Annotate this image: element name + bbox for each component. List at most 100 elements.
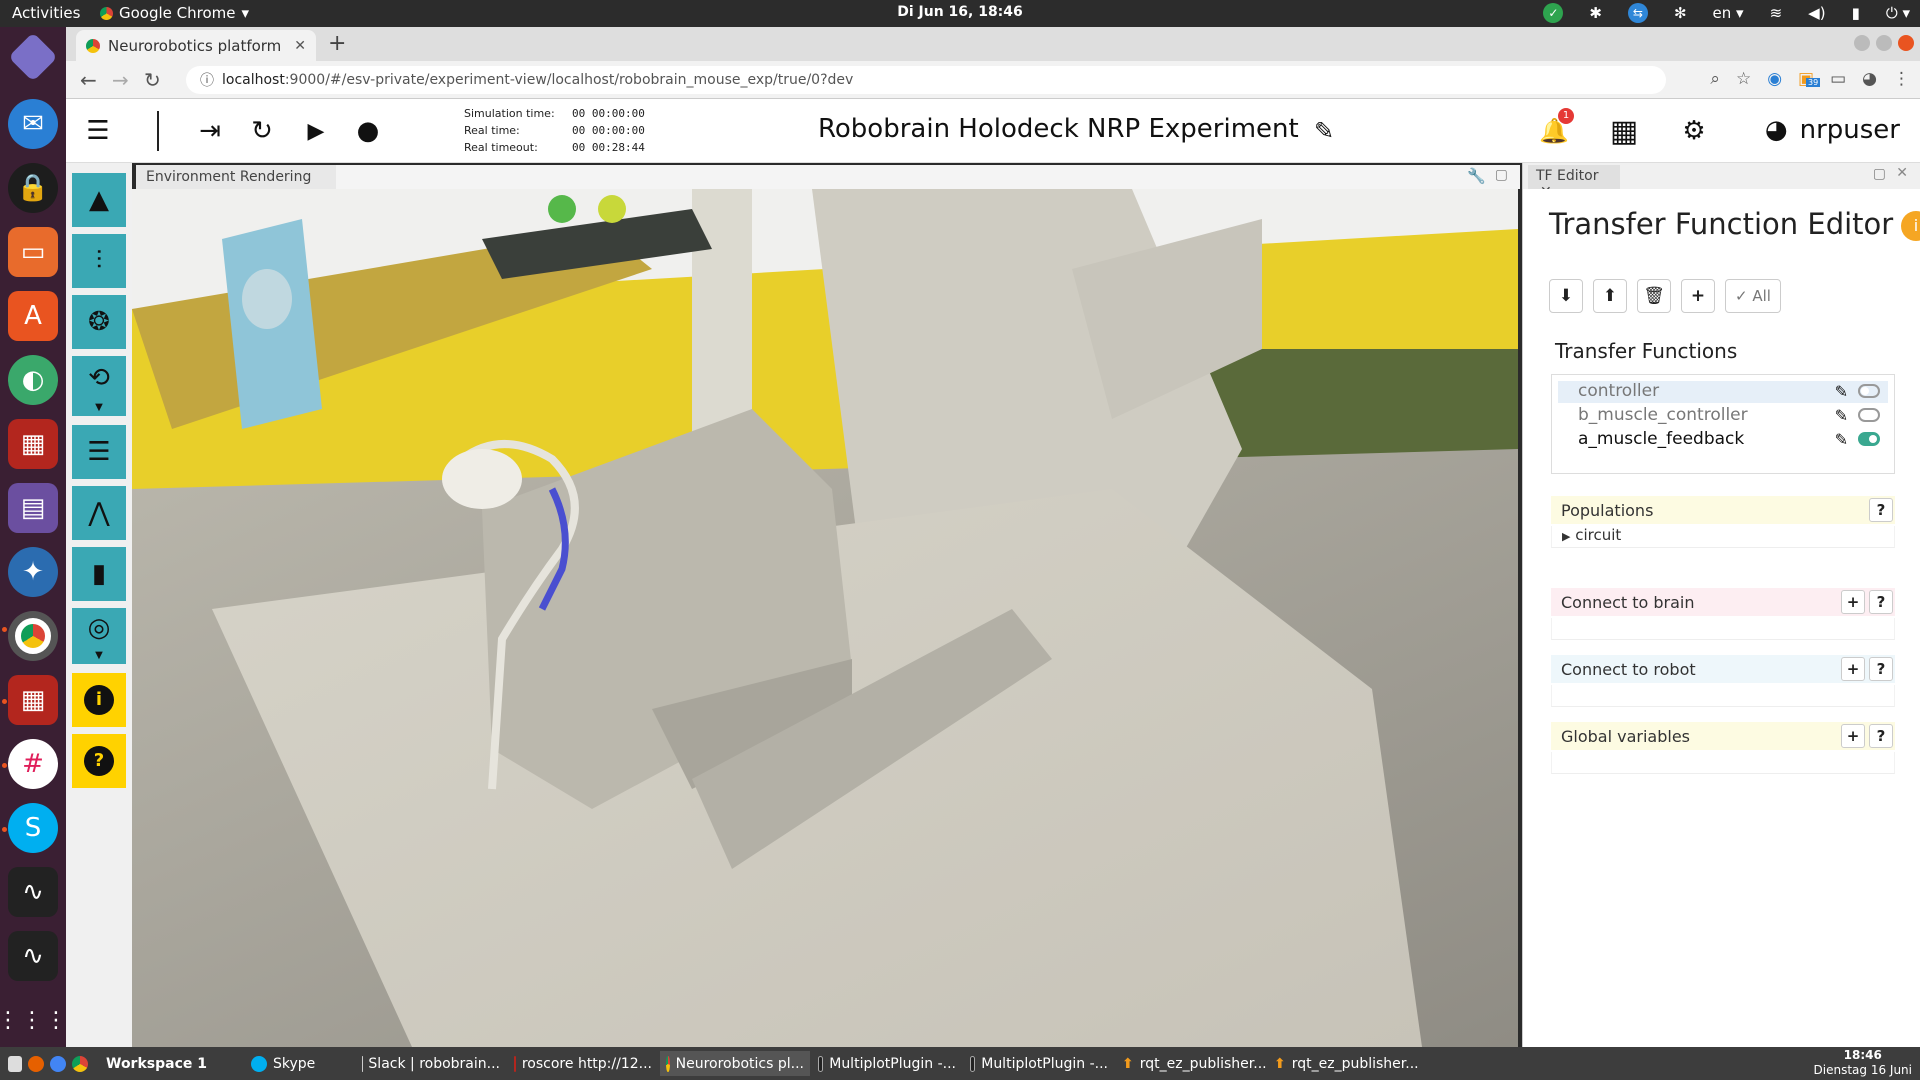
slack-tray-icon[interactable]: ✱ (1589, 4, 1602, 22)
teamviewer-icon[interactable]: ⇆ (1627, 3, 1648, 23)
add-tf-button[interactable]: + (1681, 279, 1715, 313)
wrench-icon[interactable]: 🔧 (1467, 167, 1486, 185)
maximize-button[interactable] (1876, 35, 1892, 51)
system-monitor-icon[interactable]: ∿ (8, 867, 58, 917)
hamburger-menu-icon[interactable]: ☰ (80, 113, 116, 149)
language-selector[interactable]: en ▾ (1713, 4, 1744, 22)
dock-app-icon[interactable] (8, 32, 58, 82)
edit-pencil-icon[interactable]: ✎ (1835, 382, 1848, 401)
video-app-icon[interactable]: ▤ (8, 483, 58, 533)
extension-icon[interactable]: ◉ (1767, 69, 1782, 89)
help-button[interactable]: ? (1869, 724, 1893, 748)
show-applications-icon[interactable]: ⋮⋮⋮ (0, 995, 67, 1045)
help-button[interactable]: ? (1869, 590, 1893, 614)
environment-tool-icon[interactable]: ▲ (72, 173, 126, 227)
sync-ok-icon[interactable]: ✓ (1543, 3, 1564, 23)
joint-plot-icon[interactable]: ◎ (72, 608, 126, 648)
exit-experiment-icon[interactable]: ⇥ (192, 113, 228, 149)
brain-visualizer-icon[interactable]: ⟲ (72, 356, 126, 400)
reload-icon[interactable]: ↻ (144, 68, 161, 92)
tab-environment-rendering[interactable]: Environment Rendering (136, 165, 336, 189)
profile-icon[interactable]: ◕ (1862, 69, 1877, 89)
bar-chart-icon[interactable]: ▮ (72, 547, 126, 601)
brain-icon[interactable]: ❂ (72, 295, 126, 349)
bluetooth-icon[interactable]: ✻ (1674, 4, 1687, 22)
taskbar-item-multiplot-1[interactable]: MultiplotPlugin -... (812, 1051, 962, 1076)
skype-icon[interactable]: S (8, 803, 58, 853)
chrome-dock-icon[interactable] (8, 611, 58, 661)
browser-tab[interactable]: Neurorobotics platform ✕ (76, 30, 316, 61)
info-icon[interactable]: i (72, 673, 126, 727)
edit-pencil-icon[interactable]: ✎ (1835, 406, 1848, 425)
new-tab-button[interactable]: + (328, 31, 346, 56)
tf-item-controller[interactable]: controller ✎ (1558, 381, 1888, 403)
edit-pencil-icon[interactable]: ✎ (1835, 430, 1848, 449)
reset-icon[interactable]: ↻ (244, 113, 280, 149)
tf-toggle[interactable] (1858, 432, 1880, 446)
spike-train-icon[interactable]: ⋀ (72, 486, 126, 540)
log-console-icon[interactable]: ☰ (72, 425, 126, 479)
address-bar[interactable]: ⓘ localhost:9000/#/esv-private/experimen… (186, 66, 1666, 94)
chevron-down-icon[interactable]: ▼ (72, 648, 126, 664)
add-button[interactable]: + (1841, 724, 1865, 748)
taskbar-clock[interactable]: 18:46 Dienstag 16 Juni (1814, 1048, 1912, 1078)
files-icon[interactable]: ▭ (8, 227, 58, 277)
bitwig-icon[interactable]: ✦ (8, 547, 58, 597)
taskbar-item-rqt-2[interactable]: ⬆ rqt_ez_publisher... (1268, 1051, 1418, 1076)
taskbar-item-multiplot-2[interactable]: MultiplotPlugin -... (964, 1051, 1114, 1076)
rss-extension-icon[interactable]: ▣39 (1798, 69, 1821, 89)
download-button[interactable]: ⬇ (1549, 279, 1583, 313)
chevron-down-icon[interactable]: ▼ (72, 400, 126, 416)
close-icon[interactable]: ✕ (294, 38, 306, 54)
gear-icon[interactable]: ⚙ (1676, 113, 1712, 149)
maximize-pane-icon[interactable]: ▢ (1873, 166, 1886, 182)
help-button[interactable]: ? (1869, 498, 1893, 522)
help-icon[interactable]: ? (72, 734, 126, 788)
thunderbird-icon[interactable]: ✉ (8, 99, 58, 149)
layout-grid-icon[interactable]: ▦ (1606, 113, 1642, 149)
add-button[interactable]: + (1841, 590, 1865, 614)
info-icon[interactable]: i (1901, 211, 1920, 241)
environment-viewport[interactable] (132, 189, 1518, 1047)
help-button[interactable]: ? (1869, 657, 1893, 681)
tf-item-a-muscle-feedback[interactable]: a_muscle_feedback ✎ (1558, 429, 1888, 451)
tf-toggle[interactable] (1858, 408, 1880, 422)
roscore-terminal-icon[interactable]: ▦ (8, 675, 58, 725)
close-pane-icon[interactable]: ✕ (1896, 165, 1908, 181)
volume-icon[interactable]: ◀) (1808, 4, 1825, 22)
population-item-circuit[interactable]: ▶ circuit (1551, 526, 1895, 548)
edit-title-icon[interactable]: ✎ (1306, 113, 1342, 149)
tab-tf-editor[interactable]: TF Editor ✕ (1528, 165, 1620, 200)
taskbar-item-rqt-1[interactable]: ⬆ rqt_ez_publisher... (1116, 1051, 1266, 1076)
tf-toggle[interactable] (1858, 384, 1880, 398)
keepass-icon[interactable]: 🔒 (8, 163, 58, 213)
minimize-button[interactable] (1854, 35, 1870, 51)
tf-item-b-muscle-controller[interactable]: b_muscle_controller ✎ (1558, 405, 1888, 427)
upload-button[interactable]: ⬆ (1593, 279, 1627, 313)
taskbar-item-roscore[interactable]: roscore http://12... (508, 1051, 658, 1076)
network-app-icon[interactable]: ◐ (8, 355, 58, 405)
multiplot-icon[interactable]: ∿ (8, 931, 58, 981)
select-all-button[interactable]: ✓ All (1725, 279, 1781, 313)
software-center-icon[interactable]: A (8, 291, 58, 341)
battery-icon[interactable]: ▮ (1852, 4, 1860, 22)
maximize-pane-icon[interactable]: ▢ (1495, 167, 1508, 183)
workspace-switcher[interactable]: Workspace 1 (100, 1051, 240, 1076)
taskbar-item-skype[interactable]: Skype (245, 1051, 345, 1076)
play-icon[interactable]: ▶ (298, 113, 334, 149)
power-menu-icon[interactable]: ⏻ ▾ (1886, 4, 1910, 22)
delete-button[interactable]: 🗑 (1637, 279, 1671, 313)
object-tools-icon[interactable]: ⫶ (72, 234, 126, 288)
kebab-menu-icon[interactable]: ⋮ (1893, 69, 1910, 89)
add-button[interactable]: + (1841, 657, 1865, 681)
taskbar-item-neurorobotics[interactable]: Neurorobotics pl... (660, 1051, 810, 1076)
back-arrow-icon[interactable]: ← (80, 68, 97, 92)
terminal-red-icon[interactable]: ▦ (8, 419, 58, 469)
forward-arrow-icon[interactable]: → (112, 68, 129, 92)
slack-icon[interactable]: # (8, 739, 58, 789)
wifi-icon[interactable]: ≋ (1770, 4, 1783, 22)
zoom-icon[interactable]: ⌕ (1710, 69, 1720, 89)
bookmark-star-icon[interactable]: ☆ (1736, 69, 1751, 89)
cast-icon[interactable]: ▭ (1830, 69, 1846, 89)
tray-icons[interactable] (2, 1051, 102, 1076)
